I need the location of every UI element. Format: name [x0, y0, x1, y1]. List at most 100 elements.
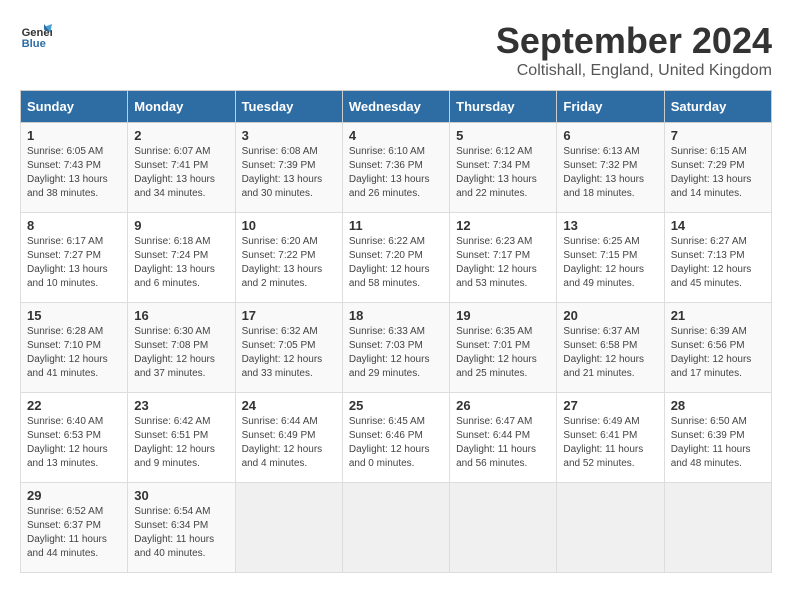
calendar-cell: 22 Sunrise: 6:40 AMSunset: 6:53 PMDayligh… [21, 393, 128, 483]
day-info: Sunrise: 6:05 AMSunset: 7:43 PMDaylight:… [27, 145, 121, 201]
week-row-1: 1 Sunrise: 6:05 AMSunset: 7:43 PMDaylight… [21, 123, 772, 213]
day-info: Sunrise: 6:12 AMSunset: 7:34 PMDaylight:… [456, 145, 550, 201]
weekday-header-row: SundayMondayTuesdayWednesdayThursdayFrid… [21, 91, 772, 123]
calendar-cell: 18Sunrise: 6:33 AMSunset: 7:03 PMDayligh… [342, 303, 449, 393]
day-number: 30 [134, 488, 228, 503]
calendar-cell: 3Sunrise: 6:08 AMSunset: 7:39 PMDaylight… [235, 123, 342, 213]
day-number: 8 [27, 218, 121, 233]
calendar-cell: 4 Sunrise: 6:10 AMSunset: 7:36 PMDaylight… [342, 123, 449, 213]
day-info: Sunrise: 6:25 AMSunset: 7:15 PMDaylight:… [563, 235, 657, 291]
calendar-cell: 2 Sunrise: 6:07 AMSunset: 7:41 PMDaylight… [128, 123, 235, 213]
svg-text:Blue: Blue [22, 38, 46, 50]
day-info: Sunrise: 6:32 AMSunset: 7:05 PMDaylight:… [242, 325, 336, 381]
calendar-cell: 15Sunrise: 6:28 AMSunset: 7:10 PMDayligh… [21, 303, 128, 393]
calendar-cell: 26Sunrise: 6:47 AMSunset: 6:44 PMDayligh… [450, 393, 557, 483]
day-info: Sunrise: 6:27 AMSunset: 7:13 PMDaylight:… [671, 235, 765, 291]
day-number: 24 [242, 398, 336, 413]
logo: General Blue [20, 20, 52, 52]
calendar-cell: 21 Sunrise: 6:39 AMSunset: 6:56 PMDayligh… [664, 303, 771, 393]
calendar-cell: 5 Sunrise: 6:12 AMSunset: 7:34 PMDaylight… [450, 123, 557, 213]
calendar-cell [450, 483, 557, 573]
day-number: 5 [456, 128, 550, 143]
calendar-cell: 9 Sunrise: 6:18 AMSunset: 7:24 PMDaylight… [128, 213, 235, 303]
calendar-cell: 12Sunrise: 6:23 AMSunset: 7:17 PMDayligh… [450, 213, 557, 303]
day-number: 1 [27, 128, 121, 143]
day-info: Sunrise: 6:49 AMSunset: 6:41 PMDaylight:… [563, 415, 657, 471]
day-info: Sunrise: 6:18 AMSunset: 7:24 PMDaylight:… [134, 235, 228, 291]
day-number: 2 [134, 128, 228, 143]
day-info: Sunrise: 6:07 AMSunset: 7:41 PMDaylight:… [134, 145, 228, 201]
weekday-header-tuesday: Tuesday [235, 91, 342, 123]
calendar-cell: 8 Sunrise: 6:17 AMSunset: 7:27 PMDaylight… [21, 213, 128, 303]
calendar-cell: 14 Sunrise: 6:27 AMSunset: 7:13 PMDayligh… [664, 213, 771, 303]
day-info: Sunrise: 6:17 AMSunset: 7:27 PMDaylight:… [27, 235, 121, 291]
day-info: Sunrise: 6:23 AMSunset: 7:17 PMDaylight:… [456, 235, 550, 291]
month-title: September 2024 [496, 20, 772, 62]
day-info: Sunrise: 6:42 AMSunset: 6:51 PMDaylight:… [134, 415, 228, 471]
calendar-cell [557, 483, 664, 573]
day-info: Sunrise: 6:20 AMSunset: 7:22 PMDaylight:… [242, 235, 336, 291]
calendar-table: SundayMondayTuesdayWednesdayThursdayFrid… [20, 90, 772, 573]
day-number: 19 [456, 308, 550, 323]
day-info: Sunrise: 6:22 AMSunset: 7:20 PMDaylight:… [349, 235, 443, 291]
calendar-cell: 11 Sunrise: 6:22 AMSunset: 7:20 PMDayligh… [342, 213, 449, 303]
day-number: 9 [134, 218, 228, 233]
day-number: 20 [563, 308, 657, 323]
week-row-5: 29 Sunrise: 6:52 AMSunset: 6:37 PMDayligh… [21, 483, 772, 573]
calendar-cell: 13 Sunrise: 6:25 AMSunset: 7:15 PMDayligh… [557, 213, 664, 303]
day-number: 7 [671, 128, 765, 143]
day-number: 29 [27, 488, 121, 503]
calendar-cell: 20 Sunrise: 6:37 AMSunset: 6:58 PMDayligh… [557, 303, 664, 393]
calendar-cell: 28 Sunrise: 6:50 AMSunset: 6:39 PMDayligh… [664, 393, 771, 483]
day-number: 25 [349, 398, 443, 413]
day-info: Sunrise: 6:40 AMSunset: 6:53 PMDaylight:… [27, 415, 121, 471]
day-info: Sunrise: 6:30 AMSunset: 7:08 PMDaylight:… [134, 325, 228, 381]
weekday-header-wednesday: Wednesday [342, 91, 449, 123]
header: General Blue September 2024 Coltishall, … [20, 20, 772, 80]
day-number: 13 [563, 218, 657, 233]
calendar-cell: 1 Sunrise: 6:05 AMSunset: 7:43 PMDaylight… [21, 123, 128, 213]
day-info: Sunrise: 6:10 AMSunset: 7:36 PMDaylight:… [349, 145, 443, 201]
title-section: September 2024 Coltishall, England, Unit… [496, 20, 772, 80]
day-number: 26 [456, 398, 550, 413]
calendar-cell: 24 Sunrise: 6:44 AMSunset: 6:49 PMDayligh… [235, 393, 342, 483]
day-info: Sunrise: 6:37 AMSunset: 6:58 PMDaylight:… [563, 325, 657, 381]
day-number: 17 [242, 308, 336, 323]
location-title: Coltishall, England, United Kingdom [496, 62, 772, 80]
day-number: 28 [671, 398, 765, 413]
week-row-4: 22 Sunrise: 6:40 AMSunset: 6:53 PMDayligh… [21, 393, 772, 483]
day-info: Sunrise: 6:52 AMSunset: 6:37 PMDaylight:… [27, 505, 121, 561]
calendar-cell: 25Sunrise: 6:45 AMSunset: 6:46 PMDayligh… [342, 393, 449, 483]
day-number: 18 [349, 308, 443, 323]
calendar-cell: 27 Sunrise: 6:49 AMSunset: 6:41 PMDayligh… [557, 393, 664, 483]
day-number: 23 [134, 398, 228, 413]
calendar-cell: 19 Sunrise: 6:35 AMSunset: 7:01 PMDayligh… [450, 303, 557, 393]
day-number: 27 [563, 398, 657, 413]
week-row-3: 15Sunrise: 6:28 AMSunset: 7:10 PMDayligh… [21, 303, 772, 393]
calendar-cell: 29 Sunrise: 6:52 AMSunset: 6:37 PMDayligh… [21, 483, 128, 573]
day-info: Sunrise: 6:15 AMSunset: 7:29 PMDaylight:… [671, 145, 765, 201]
day-number: 16 [134, 308, 228, 323]
day-info: Sunrise: 6:50 AMSunset: 6:39 PMDaylight:… [671, 415, 765, 471]
weekday-header-sunday: Sunday [21, 91, 128, 123]
day-number: 10 [242, 218, 336, 233]
weekday-header-saturday: Saturday [664, 91, 771, 123]
weekday-header-monday: Monday [128, 91, 235, 123]
calendar-cell [235, 483, 342, 573]
weekday-header-thursday: Thursday [450, 91, 557, 123]
day-info: Sunrise: 6:39 AMSunset: 6:56 PMDaylight:… [671, 325, 765, 381]
day-number: 11 [349, 218, 443, 233]
day-info: Sunrise: 6:35 AMSunset: 7:01 PMDaylight:… [456, 325, 550, 381]
calendar-cell [664, 483, 771, 573]
day-number: 14 [671, 218, 765, 233]
day-number: 15 [27, 308, 121, 323]
day-number: 6 [563, 128, 657, 143]
day-info: Sunrise: 6:54 AMSunset: 6:34 PMDaylight:… [134, 505, 228, 561]
day-number: 4 [349, 128, 443, 143]
day-number: 3 [242, 128, 336, 143]
day-number: 21 [671, 308, 765, 323]
day-info: Sunrise: 6:44 AMSunset: 6:49 PMDaylight:… [242, 415, 336, 471]
calendar-cell [342, 483, 449, 573]
day-number: 22 [27, 398, 121, 413]
general-blue-logo-icon: General Blue [20, 20, 52, 52]
